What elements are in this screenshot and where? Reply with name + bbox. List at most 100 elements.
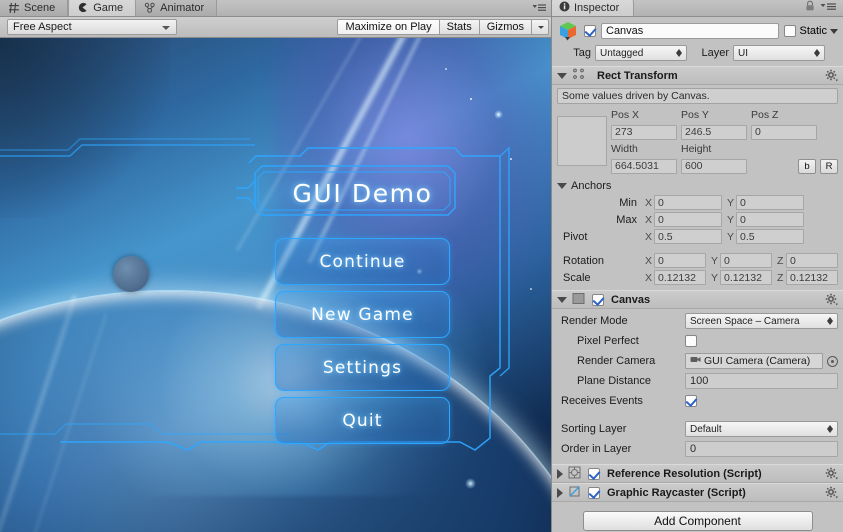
scale-x-field[interactable]: 0.12132 <box>654 270 706 285</box>
ui-canvas-overlay: GUI Demo Continue New Game Settings Quit <box>0 38 551 532</box>
scale-z-field[interactable]: 0.12132 <box>786 270 838 285</box>
foldout-closed-icon[interactable] <box>557 487 563 498</box>
inspector-tab-actions <box>634 0 843 16</box>
add-component-area: Add Component <box>552 502 843 531</box>
gear-icon[interactable] <box>825 293 838 306</box>
menu-button-new-game-label: New Game <box>311 304 414 325</box>
panel-menu-icon[interactable] <box>529 0 551 16</box>
menu-button-quit-label: Quit <box>342 410 383 431</box>
scale-label: Scale <box>563 271 591 284</box>
graphic-raycaster-icon <box>568 485 581 501</box>
menu-button-new-game[interactable]: New Game <box>275 291 450 338</box>
tab-game[interactable]: Game <box>68 0 137 16</box>
layer-label: Layer <box>701 47 729 59</box>
animator-nodes-icon <box>144 2 156 14</box>
axis-y-label: Y <box>727 196 735 209</box>
gizmos-dropdown-button[interactable] <box>532 19 549 35</box>
plane-distance-field[interactable]: 100 <box>685 373 838 389</box>
tab-inspector[interactable]: Inspector <box>552 0 635 16</box>
menu-button-continue-label: Continue <box>319 251 406 272</box>
menu-button-quit[interactable]: Quit <box>275 397 450 444</box>
render-mode-row: Render Mode Screen Space – Camera <box>557 312 838 330</box>
render-camera-field[interactable]: GUI Camera (Camera) <box>685 353 823 369</box>
foldout-open-icon[interactable] <box>557 296 567 303</box>
pivot-y-field[interactable]: 0.5 <box>736 229 804 244</box>
component-header-graphic-raycaster[interactable]: Graphic Raycaster (Script) <box>552 483 843 502</box>
game-title-plate: GUI Demo <box>260 166 465 220</box>
order-in-layer-field[interactable]: 0 <box>685 441 838 457</box>
gizmos-label: Gizmos <box>486 21 524 33</box>
gameobject-name-value: Canvas <box>606 25 644 37</box>
aspect-ratio-value: Free Aspect <box>13 21 72 33</box>
pos-y-field[interactable]: 246.5 <box>681 124 747 140</box>
panel-menu-icon[interactable] <box>820 1 838 15</box>
rotation-y-field[interactable]: 0 <box>720 253 772 268</box>
canvas-enabled-checkbox[interactable] <box>592 293 604 306</box>
reference-resolution-enabled-checkbox[interactable] <box>588 467 600 480</box>
lock-icon[interactable] <box>805 0 815 15</box>
rect-transform-fields: Pos X Pos Y Pos Z 273 246.5 0 Width Heig… <box>611 107 838 175</box>
layer-dropdown[interactable]: UI <box>733 45 825 61</box>
pixel-perfect-checkbox[interactable] <box>685 335 697 347</box>
size-labels-row: Width Height <box>611 141 838 157</box>
anchor-min-x-field[interactable]: 0 <box>654 195 722 210</box>
pos-values-row: 273 246.5 0 <box>611 124 838 140</box>
foldout-closed-icon[interactable] <box>557 468 563 479</box>
blueprint-mode-button[interactable]: b <box>798 158 816 174</box>
render-camera-row: Render Camera GUI Camera (Camera) <box>557 352 838 370</box>
inspector-tab-bar: Inspector <box>552 0 843 17</box>
raw-edit-mode-button[interactable]: R <box>820 158 838 174</box>
width-field[interactable]: 664.5031 <box>611 158 677 174</box>
rotation-x-field[interactable]: 0 <box>654 253 706 268</box>
rotation-z-field[interactable]: 0 <box>786 253 838 268</box>
pos-z-field[interactable]: 0 <box>751 124 817 140</box>
tag-value: Untagged <box>600 47 644 59</box>
add-component-button[interactable]: Add Component <box>582 511 813 531</box>
render-mode-dropdown[interactable]: Screen Space – Camera <box>685 313 838 329</box>
axis-z-label: Z <box>777 254 784 267</box>
gizmos-button[interactable]: Gizmos <box>479 19 532 35</box>
foldout-open-icon[interactable] <box>557 72 567 79</box>
axis-x-label: X <box>645 254 653 267</box>
pos-x-field[interactable]: 273 <box>611 124 677 140</box>
menu-button-settings[interactable]: Settings <box>275 344 450 391</box>
rect-transform-title: Rect Transform <box>597 69 678 82</box>
anchors-foldout[interactable]: Anchors <box>557 178 838 194</box>
axis-x-label: X <box>645 213 653 226</box>
gear-icon[interactable] <box>825 69 838 82</box>
sorting-layer-dropdown[interactable]: Default <box>685 421 838 437</box>
gear-icon[interactable] <box>825 467 838 480</box>
chevron-down-icon <box>676 53 682 57</box>
anchor-max-x-field[interactable]: 0 <box>654 212 722 227</box>
chevron-down-icon <box>827 429 833 433</box>
pivot-x-field[interactable]: 0.5 <box>654 229 722 244</box>
graphic-raycaster-enabled-checkbox[interactable] <box>588 486 600 499</box>
tab-scene-label: Scene <box>24 1 56 14</box>
tab-animator[interactable]: Animator <box>136 0 218 16</box>
tag-dropdown[interactable]: Untagged <box>595 45 687 61</box>
scale-y-field[interactable]: 0.12132 <box>720 270 772 285</box>
stats-button[interactable]: Stats <box>439 19 480 35</box>
static-checkbox[interactable] <box>784 25 797 37</box>
anchor-preview[interactable] <box>557 116 607 166</box>
component-header-reference-resolution[interactable]: Reference Resolution (Script) <box>552 464 843 483</box>
object-picker-icon[interactable] <box>827 355 838 367</box>
height-field[interactable]: 600 <box>681 158 747 174</box>
menu-button-continue[interactable]: Continue <box>275 238 450 285</box>
component-header-rect-transform[interactable]: Rect Transform <box>552 66 843 85</box>
gear-icon[interactable] <box>825 486 838 499</box>
static-label: Static <box>799 25 827 37</box>
static-dropdown-icon[interactable] <box>830 28 838 34</box>
anchor-min-row: Min X 0 Y 0 <box>557 194 838 211</box>
component-header-canvas[interactable]: Canvas <box>552 290 843 309</box>
gameobject-enabled-checkbox[interactable] <box>584 25 596 37</box>
game-render-surface[interactable]: GUI Demo Continue New Game Settings Quit <box>0 38 551 532</box>
tab-scene[interactable]: Scene <box>0 0 69 16</box>
anchor-min-y-field[interactable]: 0 <box>736 195 804 210</box>
maximize-on-play-button[interactable]: Maximize on Play <box>337 19 440 35</box>
gameobject-name-field[interactable]: Canvas <box>601 23 780 39</box>
receives-events-checkbox[interactable] <box>685 395 697 407</box>
aspect-ratio-dropdown[interactable]: Free Aspect <box>7 19 177 35</box>
receives-events-row: Receives Events <box>557 392 838 410</box>
anchor-max-y-field[interactable]: 0 <box>736 212 804 227</box>
